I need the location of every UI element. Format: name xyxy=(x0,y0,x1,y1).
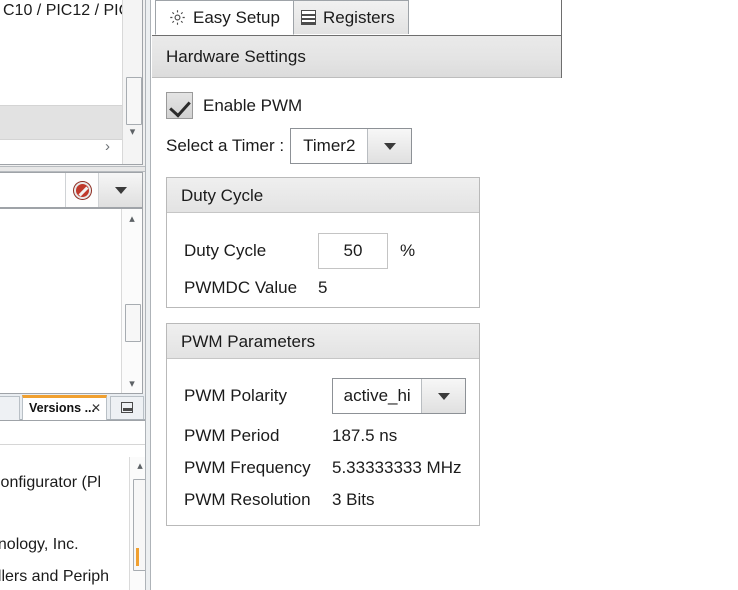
select-timer-value[interactable]: Timer2 xyxy=(291,129,367,163)
device-list-pane: C10 / PIC12 / PIC › ▾ xyxy=(0,0,143,165)
device-list-selected-row[interactable] xyxy=(0,105,122,140)
duty-cycle-field-row: Duty Cycle 50 % xyxy=(184,233,415,269)
resource-list-pane: ▴ ▾ xyxy=(0,208,143,394)
pwm-resolution-value: 3 Bits xyxy=(332,490,375,510)
blocked-icon xyxy=(74,182,91,199)
pwm-resolution-label: PWM Resolution xyxy=(184,490,332,510)
tab-stub[interactable] xyxy=(0,396,20,420)
output-line-3: ollers and Periph xyxy=(0,568,109,586)
output-line-2: hnology, Inc. xyxy=(0,536,79,554)
pwm-polarity-row: PWM Polarity active_hi xyxy=(184,378,466,414)
pwm-parameters-group: PWM Parameters PWM Polarity active_hi PW… xyxy=(166,323,480,526)
close-icon[interactable]: ✕ xyxy=(91,401,101,415)
triangle-down-icon xyxy=(438,393,450,400)
hardware-settings-label: Hardware Settings xyxy=(166,47,306,67)
device-list-title: C10 / PIC12 / PIC xyxy=(3,2,130,20)
duty-cycle-label: Duty Cycle xyxy=(184,241,318,261)
select-timer-row: Select a Timer : Timer2 xyxy=(166,128,412,164)
pwm-frequency-value: 5.33333333 MHz xyxy=(332,458,461,478)
pwm-period-row: PWM Period 187.5 ns xyxy=(184,426,397,446)
duty-cycle-group-title: Duty Cycle xyxy=(181,186,263,206)
blocked-combo-dropdown-button[interactable] xyxy=(98,173,142,207)
tab-registers-label: Registers xyxy=(323,8,395,28)
pwm-frequency-row: PWM Frequency 5.33333333 MHz xyxy=(184,458,461,478)
select-timer-combo[interactable]: Timer2 xyxy=(290,128,412,164)
minimize-panel-button[interactable] xyxy=(110,396,144,419)
select-timer-dropdown-button[interactable] xyxy=(367,129,411,163)
blocked-combo-pane xyxy=(0,172,143,208)
chevron-down-icon[interactable]: ▾ xyxy=(123,125,142,138)
pwm-resolution-row: PWM Resolution 3 Bits xyxy=(184,490,375,510)
pwmdc-label: PWMDC Value xyxy=(184,278,318,298)
select-timer-label: Select a Timer : xyxy=(166,136,284,156)
output-pane: Configurator (Pl hnology, Inc. ollers an… xyxy=(0,420,151,590)
pwm-frequency-label: PWM Frequency xyxy=(184,458,332,478)
tab-registers[interactable]: Registers xyxy=(287,0,409,35)
output-header-divider xyxy=(0,444,150,445)
duty-cycle-input[interactable]: 50 xyxy=(318,233,388,269)
pwm-polarity-dropdown-button[interactable] xyxy=(421,379,465,413)
tab-versions-label: Versions ... xyxy=(29,401,95,415)
duty-cycle-group-header: Duty Cycle xyxy=(167,178,479,213)
pwmdc-value-row: PWMDC Value 5 xyxy=(184,278,327,298)
triangle-down-icon xyxy=(115,187,127,194)
output-line-1: Configurator (Pl xyxy=(0,474,101,492)
pwm-polarity-combo[interactable]: active_hi xyxy=(332,378,466,414)
chevron-right-icon[interactable]: › xyxy=(105,138,110,155)
minimize-icon xyxy=(121,402,133,413)
pwm-polarity-value[interactable]: active_hi xyxy=(333,379,421,413)
panel-tabrow: Registers Easy Setup xyxy=(152,0,562,35)
pwm-parameters-group-header: PWM Parameters xyxy=(167,324,479,359)
region-splitter[interactable] xyxy=(145,0,151,590)
left-region: C10 / PIC12 / PIC › ▾ ▴ ▾ xyxy=(0,0,151,590)
easy-setup-panel: Registers Easy Setup Hardware Settings xyxy=(152,0,562,590)
resource-list-scrollbar[interactable]: ▴ ▾ xyxy=(121,209,142,393)
pwm-period-label: PWM Period xyxy=(184,426,332,446)
pwm-period-value: 187.5 ns xyxy=(332,426,397,446)
registers-icon xyxy=(301,10,316,25)
hardware-settings-header: Hardware Settings xyxy=(152,35,562,78)
chevron-down-icon[interactable]: ▾ xyxy=(122,377,142,390)
enable-pwm-checkbox[interactable] xyxy=(166,92,193,119)
chevron-up-icon[interactable]: ▴ xyxy=(122,212,142,225)
device-list-scrollbar[interactable]: ▾ xyxy=(122,0,142,164)
blocked-status-button[interactable] xyxy=(65,173,98,207)
enable-pwm-label: Enable PWM xyxy=(203,96,302,116)
text-caret xyxy=(136,548,139,566)
pwmdc-value: 5 xyxy=(318,278,327,298)
triangle-down-icon xyxy=(384,143,396,150)
pwm-parameters-group-title: PWM Parameters xyxy=(181,332,315,352)
tab-easy-setup[interactable]: Easy Setup xyxy=(155,0,294,35)
tab-easy-setup-label: Easy Setup xyxy=(193,8,280,28)
duty-cycle-group: Duty Cycle Duty Cycle 50 % PWMDC Value 5 xyxy=(166,177,480,308)
scrollbar-thumb[interactable] xyxy=(125,304,141,342)
panel-right-edge xyxy=(561,0,562,78)
gear-icon xyxy=(169,9,186,26)
app-window: C10 / PIC12 / PIC › ▾ ▴ ▾ xyxy=(0,0,738,590)
pwm-polarity-label: PWM Polarity xyxy=(184,386,332,406)
tab-versions[interactable]: Versions ... ✕ xyxy=(22,395,107,420)
bottom-tabstrip: Versions ... ✕ xyxy=(0,394,151,420)
scrollbar-thumb[interactable] xyxy=(126,77,142,125)
enable-pwm-row[interactable]: Enable PWM xyxy=(166,92,302,119)
duty-cycle-unit: % xyxy=(400,241,415,261)
